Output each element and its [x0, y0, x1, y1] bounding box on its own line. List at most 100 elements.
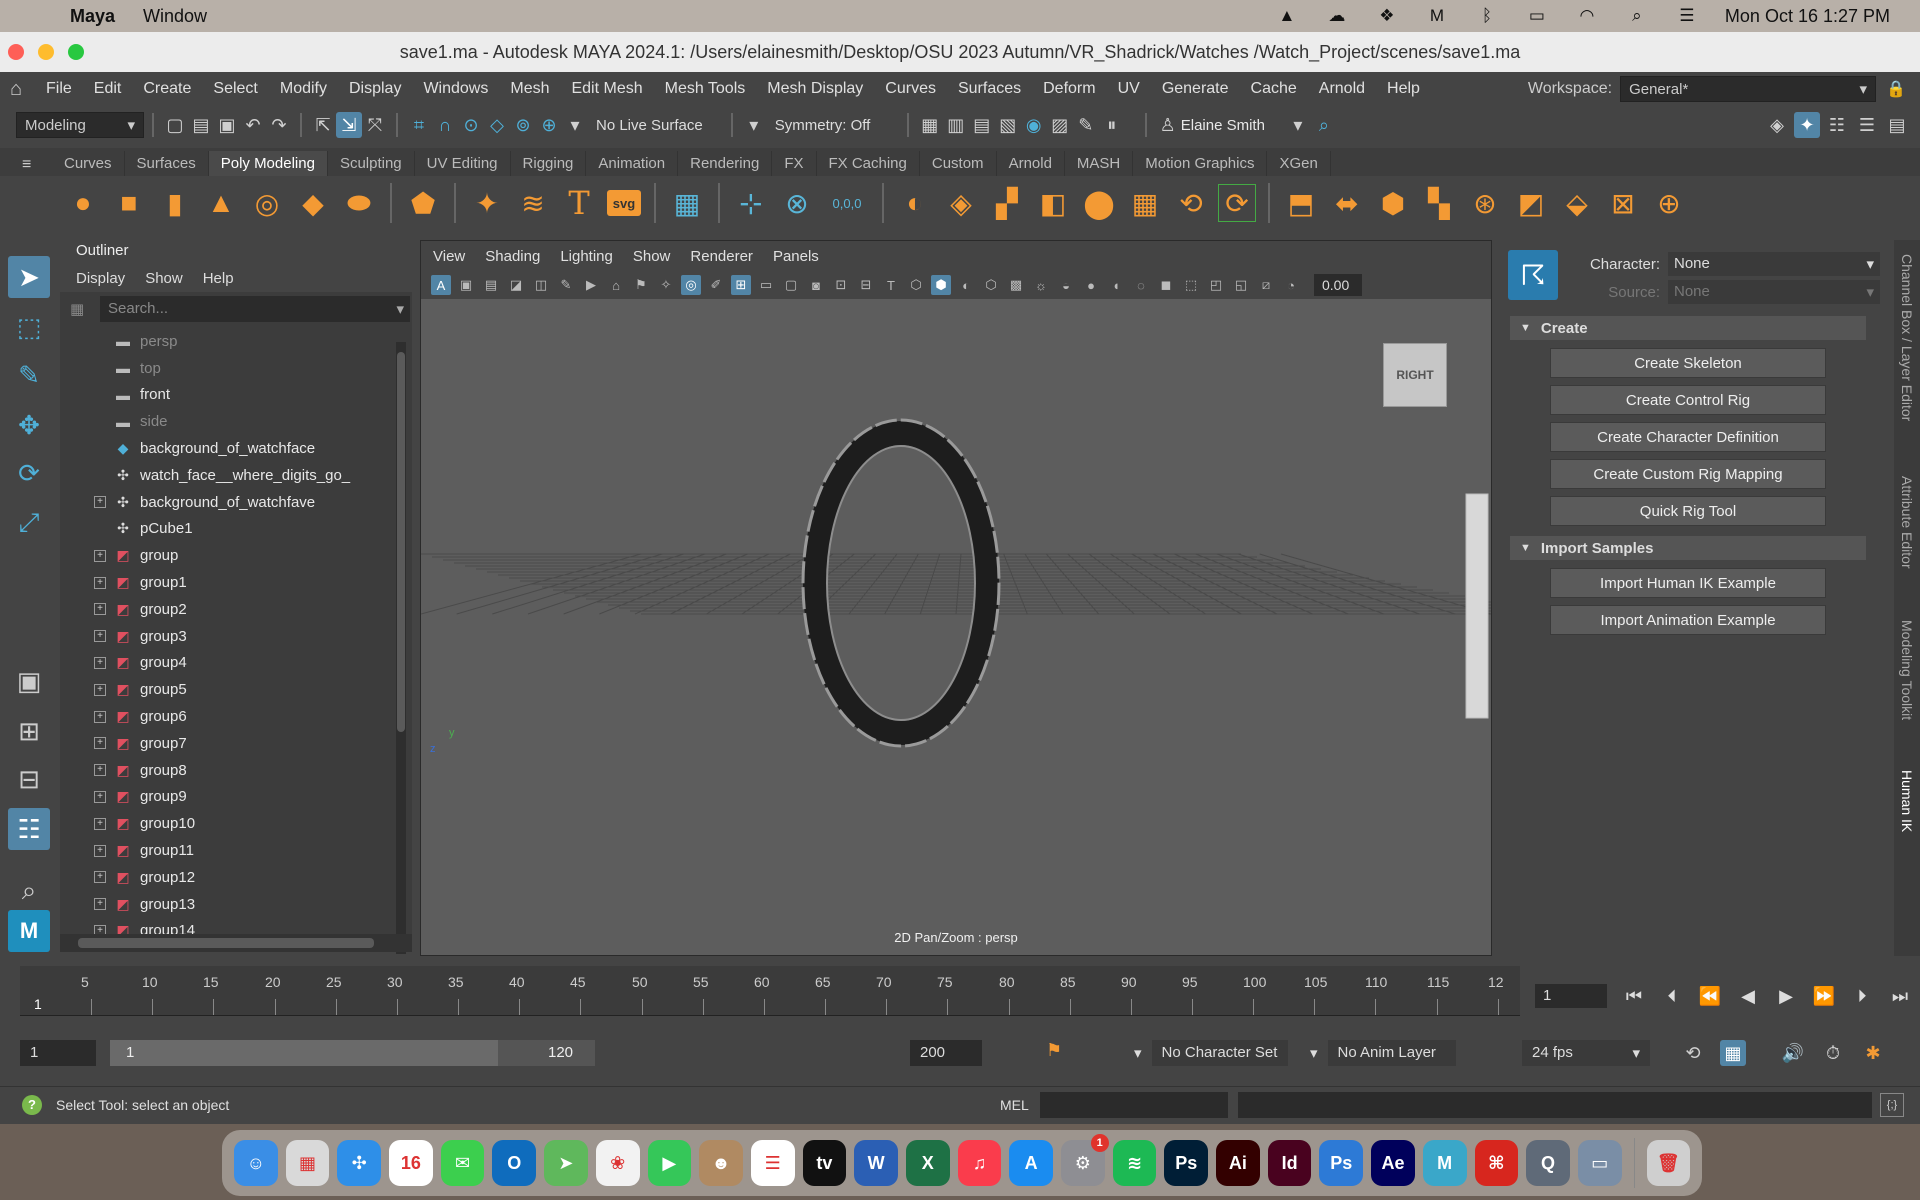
svg-tool-icon[interactable]: svg [607, 190, 641, 216]
outliner-row[interactable]: + ◩ group13 [60, 891, 412, 918]
expand-icon[interactable]: + [94, 898, 106, 911]
menu-file[interactable]: File [46, 80, 72, 98]
combine-icon[interactable]: ◐ [897, 185, 933, 221]
music-icon[interactable]: ♫ [957, 1140, 1002, 1186]
tab-rendering[interactable]: Rendering [678, 151, 773, 176]
render-view-icon[interactable]: ▨ [1047, 112, 1073, 138]
tab-fx[interactable]: FX [772, 151, 817, 176]
mesh-grid-icon[interactable]: ▦ [669, 185, 705, 221]
expand-icon[interactable]: + [94, 576, 106, 589]
menu-edit[interactable]: Edit [94, 80, 122, 98]
xray-joints-icon[interactable]: ◱ [1231, 275, 1251, 295]
menu-mesh-tools[interactable]: Mesh Tools [665, 80, 746, 98]
outliner-row[interactable]: + ◩ group3 [60, 623, 412, 650]
range-slider[interactable]: 1 120 [110, 1040, 595, 1066]
tab-modeling-toolkit[interactable]: Modeling Toolkit [1896, 620, 1918, 744]
expand-icon[interactable]: + [94, 656, 106, 669]
human-ik-icon[interactable]: ✦ [1794, 112, 1820, 138]
bevel-icon[interactable]: ⬢ [1375, 185, 1411, 221]
battery-icon[interactable]: ▭ [1525, 6, 1549, 26]
tab-uv-editing[interactable]: UV Editing [415, 151, 511, 176]
menu-window[interactable]: Window [143, 6, 207, 27]
facetime-icon[interactable]: ▶ [647, 1140, 692, 1186]
menu-display[interactable]: Display [349, 80, 401, 98]
select-component-icon[interactable]: ⤧ [362, 112, 388, 138]
snap-view-plane-icon[interactable]: ◇ [484, 112, 510, 138]
partial-object-mesh[interactable] [1465, 493, 1489, 719]
circularize-icon[interactable]: ⊠ [1605, 185, 1641, 221]
expand-icon[interactable]: + [94, 710, 106, 723]
rotate-tool-icon[interactable]: ⟳ [8, 452, 50, 494]
maya-icon[interactable]: M [1422, 1140, 1467, 1186]
poly-cube-icon[interactable]: ■ [111, 185, 147, 221]
image-plane-icon[interactable]: ◪ [506, 275, 526, 295]
reset-coords-icon[interactable]: 0,0,0 [825, 185, 869, 221]
collapse-icon[interactable]: ⊕ [1651, 185, 1687, 221]
app-menu-maya[interactable]: Maya [70, 6, 115, 27]
select-hierarchy-icon[interactable]: ⇱ [310, 112, 336, 138]
xray-icon[interactable]: ◰ [1206, 275, 1226, 295]
step-forward-frame-icon[interactable]: ⏵ [1848, 982, 1876, 1010]
menu-uv[interactable]: UV [1118, 80, 1140, 98]
scrollbar-thumb[interactable] [78, 938, 374, 948]
character-dropdown[interactable]: None ▾ [1668, 252, 1880, 276]
tab-channel-box[interactable]: Channel Box / Layer Editor [1896, 254, 1918, 450]
go-to-end-icon[interactable]: ⏭ [1886, 982, 1914, 1010]
menu-deform[interactable]: Deform [1043, 80, 1095, 98]
paint-select-tool-icon[interactable]: ✎ [8, 354, 50, 396]
mirror-icon[interactable]: ⟲ [1173, 185, 1209, 221]
viewport-menu-lighting[interactable]: Lighting [560, 248, 613, 265]
word-icon[interactable]: W [854, 1140, 898, 1186]
auto-key-icon[interactable]: ⏱ [1820, 1040, 1846, 1066]
poly-plane-icon[interactable]: ◆ [295, 185, 331, 221]
spotlight-search-icon[interactable]: ⌕ [1625, 6, 1649, 26]
menu-mesh-display[interactable]: Mesh Display [767, 80, 863, 98]
tab-human-ik[interactable]: Human IK [1896, 770, 1918, 860]
create-skeleton-button[interactable]: Create Skeleton [1550, 348, 1826, 378]
menu-arnold[interactable]: Arnold [1319, 80, 1365, 98]
import-samples-section-header[interactable]: ▼ Import Samples [1510, 536, 1866, 560]
resolution-gate-icon[interactable]: ▢ [781, 275, 801, 295]
excel-icon[interactable]: X [905, 1140, 950, 1186]
outliner-row[interactable]: ▬ side [60, 408, 412, 435]
step-forward-key-icon[interactable]: ⏩ [1810, 982, 1838, 1010]
render-sequence-icon[interactable]: ▥ [943, 112, 969, 138]
human-ik-logo-icon[interactable]: ☈ [1508, 250, 1558, 300]
messages-icon[interactable]: ✉ [440, 1140, 485, 1186]
tab-motion-graphics[interactable]: Motion Graphics [1133, 151, 1268, 176]
tab-curves[interactable]: Curves [52, 151, 125, 176]
menu-windows[interactable]: Windows [423, 80, 488, 98]
xray-components-icon[interactable]: ⧄ [1256, 275, 1276, 295]
script-editor-icon[interactable]: {;} [1880, 1092, 1904, 1117]
edge-loop-icon[interactable]: ⬙ [1559, 185, 1595, 221]
pause-render-icon[interactable]: ⏸ [1099, 112, 1125, 138]
target-weld-icon[interactable]: ◩ [1513, 185, 1549, 221]
outliner-row[interactable]: + ◩ group9 [60, 784, 412, 811]
filter-icon[interactable]: ▦ [70, 300, 84, 318]
shelf-menu-icon[interactable]: ≡ [22, 156, 31, 174]
menu-mesh[interactable]: Mesh [510, 80, 549, 98]
live-surface-field[interactable]: No Live Surface [588, 112, 711, 138]
chevron-down-icon[interactable]: ▾ [741, 112, 767, 138]
play-forwards-icon[interactable]: ▶ [1772, 982, 1800, 1010]
expand-icon[interactable]: + [94, 549, 106, 562]
bookmark-icon[interactable]: ▤ [481, 275, 501, 295]
create-section-header[interactable]: ▼ Create [1510, 316, 1866, 340]
outliner-menu-help[interactable]: Help [203, 270, 234, 287]
move-tool-icon[interactable]: ✥ [8, 404, 50, 446]
quicktime-icon[interactable]: Q [1526, 1140, 1570, 1186]
bluetooth-icon[interactable]: ᛒ [1475, 6, 1499, 26]
snap-surface-icon[interactable]: ⊕ [536, 112, 562, 138]
symmetry-field[interactable]: Symmetry: Off [767, 112, 887, 138]
outliner-row[interactable]: + ◩ group4 [60, 650, 412, 677]
play-backwards-icon[interactable]: ◀ [1734, 982, 1762, 1010]
spotify-icon[interactable]: ≋ [1112, 1140, 1157, 1186]
wifi-icon[interactable]: ◠ [1575, 6, 1599, 26]
launchpad-icon[interactable]: ▦ [285, 1140, 330, 1186]
import-human-ik-example-button[interactable]: Import Human IK Example [1550, 568, 1826, 598]
freeze-transform-icon[interactable]: ⊗ [779, 185, 815, 221]
viewport-menu-renderer[interactable]: Renderer [690, 248, 753, 265]
append-polygon-icon[interactable]: ▚ [1421, 185, 1457, 221]
expand-icon[interactable]: + [94, 871, 106, 884]
menu-help[interactable]: Help [1387, 80, 1420, 98]
